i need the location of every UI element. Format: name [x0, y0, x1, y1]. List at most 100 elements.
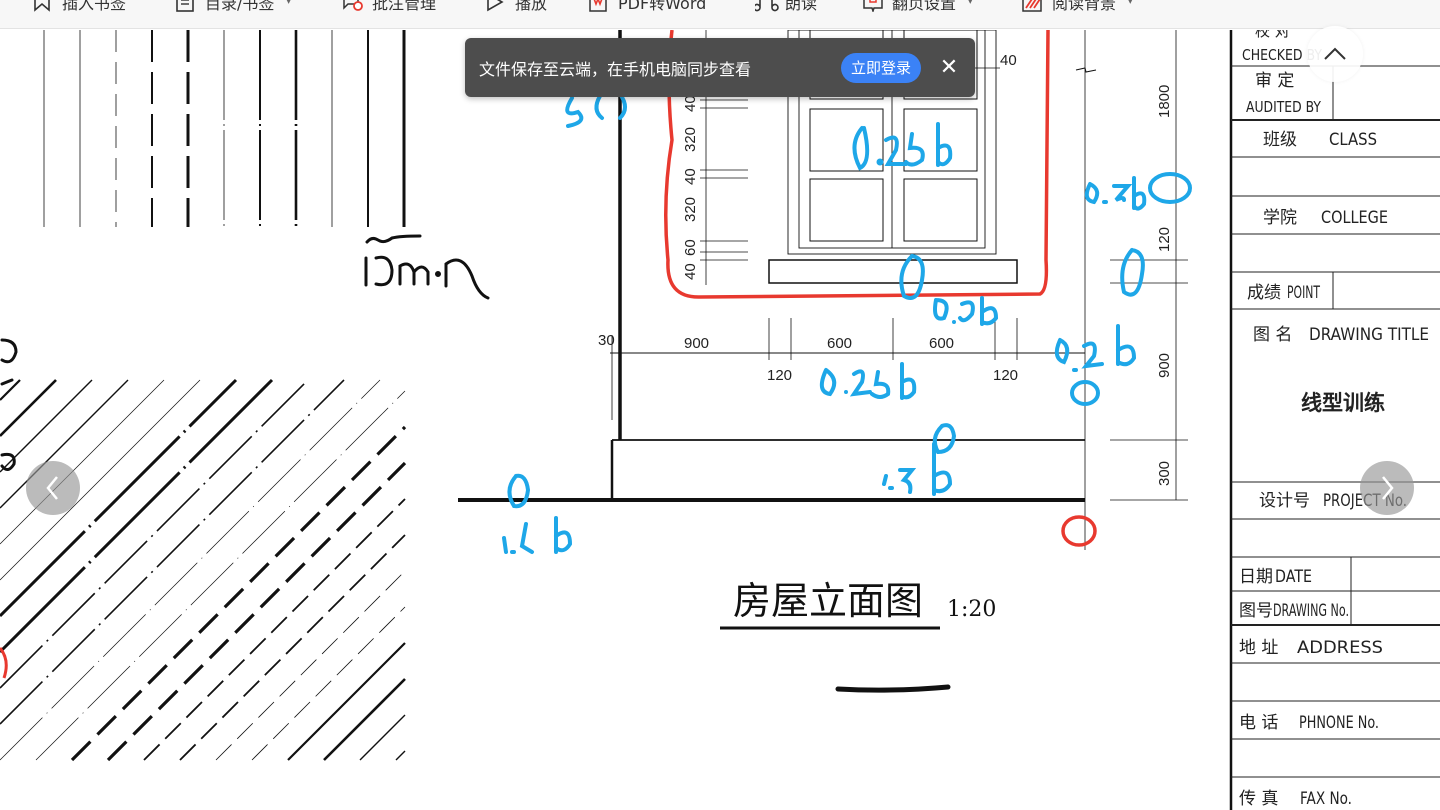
tb-point-cn: 成绩: [1247, 283, 1281, 303]
tb-class-cn: 班级: [1263, 130, 1297, 150]
toast-message: 文件保存至云端，在手机电脑同步查看: [479, 59, 752, 79]
dim-label: 40: [1000, 52, 1017, 69]
dimension-labels: 40 320 40 320 60 40 40 30 900 600 600 12…: [598, 52, 1173, 486]
next-page-button[interactable]: [1360, 461, 1414, 515]
tb-phone-cn: 电 话: [1239, 713, 1278, 733]
diagonal-line-sample: [287, 642, 406, 761]
dim-label: 900: [1156, 353, 1173, 378]
toolbar-page-turn-settings[interactable]: 翻页设置 ▾: [862, 0, 973, 14]
title-block: 校 对 CHECKED BY 审 定 AUDITED BY 班级 CLASS 学…: [1229, 30, 1440, 810]
tb-college-cn: 学院: [1263, 208, 1297, 228]
diagonal-line-sample: [70, 425, 407, 762]
tb-drawing-title-value: 线型训练: [1301, 391, 1385, 415]
dim-label: 40: [682, 168, 699, 185]
scroll-top-button[interactable]: [1307, 26, 1363, 82]
dim-label: 40: [682, 263, 699, 280]
toolbar-read-aloud[interactable]: 朗读: [753, 0, 818, 13]
annotation-icon: [342, 0, 363, 12]
toolbar-label: 批注管理: [372, 0, 437, 13]
toolbar-label: 插入书签: [62, 0, 127, 13]
blue-annotations: [502, 92, 1192, 554]
login-now-button[interactable]: 立即登录: [840, 52, 921, 83]
diagonal-line-sample: [35, 390, 406, 761]
tb-date-en: DATE: [1275, 567, 1312, 587]
diagonal-line-sample: [0, 379, 165, 545]
chevron-down-icon: ▾: [286, 0, 291, 7]
diagonal-line-sample: [359, 714, 406, 761]
toc-icon: [175, 0, 195, 12]
tb-audited-en: AUDITED BY: [1246, 98, 1322, 116]
tb-project-cn: 设计号: [1259, 491, 1310, 511]
red-circle-mark: [1061, 515, 1097, 547]
chevron-right-icon: [1382, 476, 1394, 500]
cad-drawing: 40 320 40 320 60 40 40 30 900 600 600 12…: [0, 30, 1440, 810]
drawing-scale: 1:20: [947, 597, 996, 622]
diagonal-line-sample: [323, 678, 406, 761]
toolbar-reading-background[interactable]: 阅读背景 ▾: [1022, 0, 1133, 13]
diagonal-line-sample: [0, 378, 274, 654]
tb-fax-cn: 传 真: [1239, 789, 1278, 809]
chevron-left-icon: [46, 476, 58, 500]
diagonal-line-sample: [395, 750, 406, 761]
chevron-down-icon: ▾: [968, 0, 973, 7]
tb-fax-en: FAX No.: [1300, 789, 1352, 809]
dim-label: 900: [684, 335, 709, 352]
toolbar-label: 朗读: [785, 0, 818, 13]
diagonal-line-sample: [215, 570, 406, 761]
diagonal-line-sample: [179, 534, 406, 761]
tb-college-en: COLLEGE: [1321, 208, 1388, 228]
tb-drawing-title-cn: 图 名: [1253, 325, 1292, 345]
tb-checked-cn: 校 对: [1255, 30, 1290, 40]
prev-page-button[interactable]: [26, 461, 80, 515]
dim-label: 600: [827, 335, 852, 352]
cloud-save-toast: 文件保存至云端，在手机电脑同步查看 立即登录 ✕: [465, 38, 975, 97]
tb-address-en: ADDRESS: [1297, 638, 1383, 658]
dim-label: 1800: [1156, 85, 1173, 118]
tb-point-en: POINT: [1287, 283, 1320, 303]
dim-label: 300: [1156, 461, 1173, 486]
pdf-page: 40 320 40 320 60 40 40 30 900 600 600 12…: [0, 30, 1440, 810]
dim-label: 600: [929, 335, 954, 352]
toolbar-annotation-manage[interactable]: 批注管理: [342, 0, 436, 13]
tb-date-cn: 日期: [1239, 567, 1273, 587]
dim-label: 60: [682, 239, 699, 256]
black-pen-stroke: [835, 684, 951, 693]
chevron-up-icon: [1324, 47, 1346, 60]
toolbar-toc-bookmarks[interactable]: 目录/书签 ▾: [175, 0, 291, 13]
pdf-word-icon: [588, 0, 608, 12]
diagonal-line-sample: [143, 498, 406, 761]
read-aloud-icon: [753, 0, 779, 12]
handwriting-left: [0, 338, 18, 471]
tb-class-en: CLASS: [1329, 130, 1377, 150]
dim-label: 40: [682, 95, 699, 112]
dim-label: 120: [993, 367, 1018, 384]
bookmark-icon: [32, 0, 52, 12]
toolbar-label: 目录/书签: [205, 0, 275, 13]
vertical-line-samples: [43, 30, 406, 227]
dim-label: 30: [598, 332, 615, 349]
dim-label: 320: [682, 197, 699, 222]
diagonal-line-sample: [0, 379, 381, 761]
handwriting-15mm: [364, 234, 490, 300]
dim-label: 320: [682, 127, 699, 152]
page-turn-icon: [862, 0, 883, 14]
tb-drawing-no-cn: 图号: [1239, 601, 1273, 621]
play-icon: [485, 0, 505, 12]
toolbar-label: 翻页设置: [892, 0, 957, 13]
tb-audited-cn: 审 定: [1255, 71, 1294, 91]
reader-toolbar: 插入书签 目录/书签 ▾ 批注管理 播放 PDF转Word 朗读 翻页设置 ▾ …: [0, 0, 1440, 29]
tb-address-cn: 地 址: [1239, 638, 1278, 658]
toolbar-insert-bookmark[interactable]: 插入书签: [32, 0, 126, 13]
toolbar-pdf-to-word[interactable]: PDF转Word: [588, 0, 706, 13]
toolbar-label: 阅读背景: [1052, 0, 1117, 13]
diagonal-line-sample: [106, 461, 407, 762]
drawing-title: 房屋立面图: [733, 579, 923, 623]
toolbar-play[interactable]: 播放: [485, 0, 547, 13]
close-icon[interactable]: ✕: [937, 55, 961, 80]
tb-phone-en: PHNONE No.: [1299, 713, 1379, 733]
diagonal-line-sample: [0, 379, 345, 725]
tb-drawing-title-en: DRAWING TITLE: [1309, 325, 1429, 345]
chevron-down-icon: ▾: [1128, 0, 1133, 7]
tb-drawing-no-en: DRAWING No.: [1273, 601, 1349, 621]
reading-background-icon: [1022, 0, 1042, 12]
